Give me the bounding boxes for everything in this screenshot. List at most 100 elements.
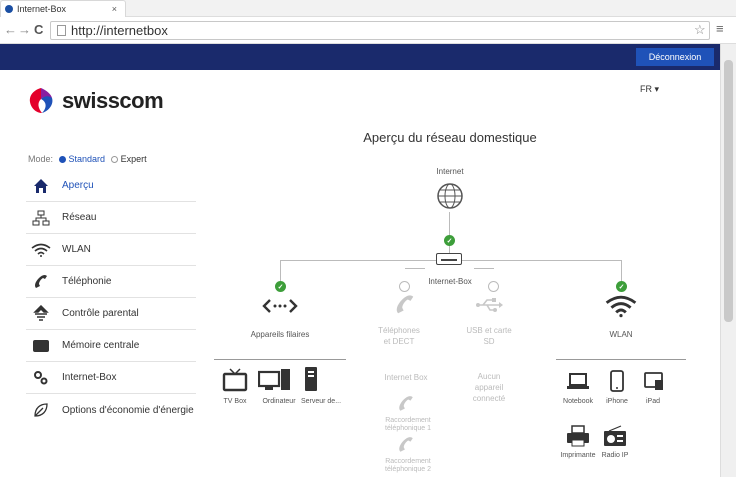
device-label: Notebook [563,398,593,405]
radio-expert[interactable] [111,156,119,164]
handset-1-label: Raccordement téléphonique 1 [385,417,431,432]
server-icon[interactable] [304,366,318,397]
device-label: Imprimante [560,452,596,459]
sidebar-item-reseau[interactable]: Réseau [26,202,196,234]
radio-standard[interactable] [59,156,67,164]
wired-devices-label: Appareils filaires [250,330,310,339]
swisscom-logo[interactable]: swisscom [26,86,164,116]
sidebar-item-label: WLAN [62,244,91,255]
wlan-branch-line [462,260,622,261]
home-icon [30,178,52,194]
internet-box-label: Internet-Box [428,277,472,286]
mode-expert-label: Expert [120,154,147,164]
forward-icon[interactable]: → [18,22,31,37]
ipad-icon[interactable] [644,371,664,396]
handset-icon[interactable] [394,294,416,321]
close-tab-icon[interactable]: × [112,4,117,14]
network-icon [30,210,52,226]
parental-control-icon [30,304,52,323]
browser-tab[interactable]: Internet-Box × [0,0,126,17]
leaf-icon [30,402,52,418]
sidebar-item-internet-box[interactable]: Internet-Box [26,362,196,394]
notebook-icon[interactable] [566,372,590,395]
wlan-separator [556,359,686,360]
wlan-status-check-icon: ✓ [616,281,627,292]
phone-dect-label: Téléphones et DECT [378,326,420,346]
reload-icon[interactable]: C [34,22,43,37]
usb-icon[interactable] [475,296,503,319]
sidebar-item-controle-parental[interactable]: Contrôle parental [26,298,196,330]
phone-sub-label: Internet Box [384,373,428,382]
wired-status-check-icon: ✓ [275,281,286,292]
device-label: iPhone [606,398,628,405]
wifi-icon [30,243,52,257]
gears-icon [30,370,52,386]
browser-tab-bar: Internet-Box × [0,0,736,17]
wired-separator [214,359,346,360]
swisscom-favicon-icon [5,5,13,13]
phone-icon [30,274,52,290]
sidebar-item-label: Contrôle parental [62,308,139,319]
sidebar-item-label: Aperçu [62,180,94,191]
bookmark-star-icon[interactable]: ☆ [694,22,706,38]
internet-box-icon[interactable] [436,253,462,265]
phone-status-empty-icon [399,281,410,292]
wired-branch-line [280,260,436,261]
sidebar-item-label: Mémoire centrale [62,340,140,351]
iphone-icon[interactable] [610,370,624,397]
sidebar-item-label: Téléphonie [62,276,112,287]
device-label: Serveur de... [300,398,342,405]
browser-menu-icon[interactable]: ≡ [716,21,724,36]
sidebar-item-label: Réseau [62,212,97,223]
handset-1-icon[interactable] [397,395,415,418]
usb-link-line [474,268,494,269]
internet-status-check-icon: ✓ [444,235,455,246]
printer-icon[interactable] [566,425,590,452]
scrollbar[interactable] [720,44,736,477]
tv-box-icon[interactable] [222,368,248,397]
sidebar-item-memoire-centrale[interactable]: Mémoire centrale [26,330,196,362]
url-text: http://internetbox [71,23,168,38]
logout-button[interactable]: Déconnexion [636,48,714,66]
language-selector[interactable]: FR ▾ [640,84,659,95]
page-icon [57,25,66,36]
browser-tab-title: Internet-Box [17,4,67,14]
page-title: Aperçu du réseau domestique [363,130,537,145]
top-bar: Déconnexion [0,44,720,70]
mode-standard-option[interactable]: Standard [59,154,105,164]
globe-icon[interactable] [435,181,465,216]
sidebar-item-label: Options d'économie d'énergie [62,404,194,416]
scrollbar-thumb[interactable] [724,60,733,322]
computer-icon[interactable] [257,368,292,397]
device-label: iPad [645,398,660,405]
mode-expert-option[interactable]: Expert [111,154,147,164]
sidebar-item-apercu[interactable]: Aperçu [26,170,196,202]
sidebar-item-label: Internet-Box [62,372,117,383]
sidebar-item-wlan[interactable]: WLAN [26,234,196,266]
back-icon[interactable]: ← [4,22,17,37]
logo-text: swisscom [62,88,164,113]
mode-label: Mode: [28,154,54,164]
storage-icon [30,339,52,353]
usb-sd-label: USB et carte SD [466,326,512,346]
wlan-icon[interactable] [605,294,637,323]
swisscom-life-form-icon [29,88,53,113]
internet-label: Internet [436,167,464,176]
sidebar-item-economie-energie[interactable]: Options d'économie d'énergie [26,394,196,426]
sidebar-item-telephonie[interactable]: Téléphonie [26,266,196,298]
url-input[interactable]: http://internetbox [50,21,710,40]
device-label: Radio IP [601,452,629,459]
address-bar-area: ← → C http://internetbox ☆ ≡ [0,17,736,44]
handset-2-icon[interactable] [397,436,415,459]
mode-switch: Mode: Standard Expert [28,154,147,164]
phone-link-line [405,268,425,269]
radio-ip-icon[interactable] [603,425,627,452]
wlan-label: WLAN [609,330,633,339]
handset-2-label: Raccordement téléphonique 2 [385,458,431,473]
mode-standard-label: Standard [68,154,106,164]
usb-status-empty-icon [488,281,499,292]
device-label: Ordinateur [262,398,296,405]
sidebar-menu: Aperçu Réseau WLAN Téléphonie Contrôle p… [26,170,196,426]
wired-devices-icon[interactable] [262,296,298,321]
usb-no-device-label: Aucun appareil connecté [472,372,506,403]
